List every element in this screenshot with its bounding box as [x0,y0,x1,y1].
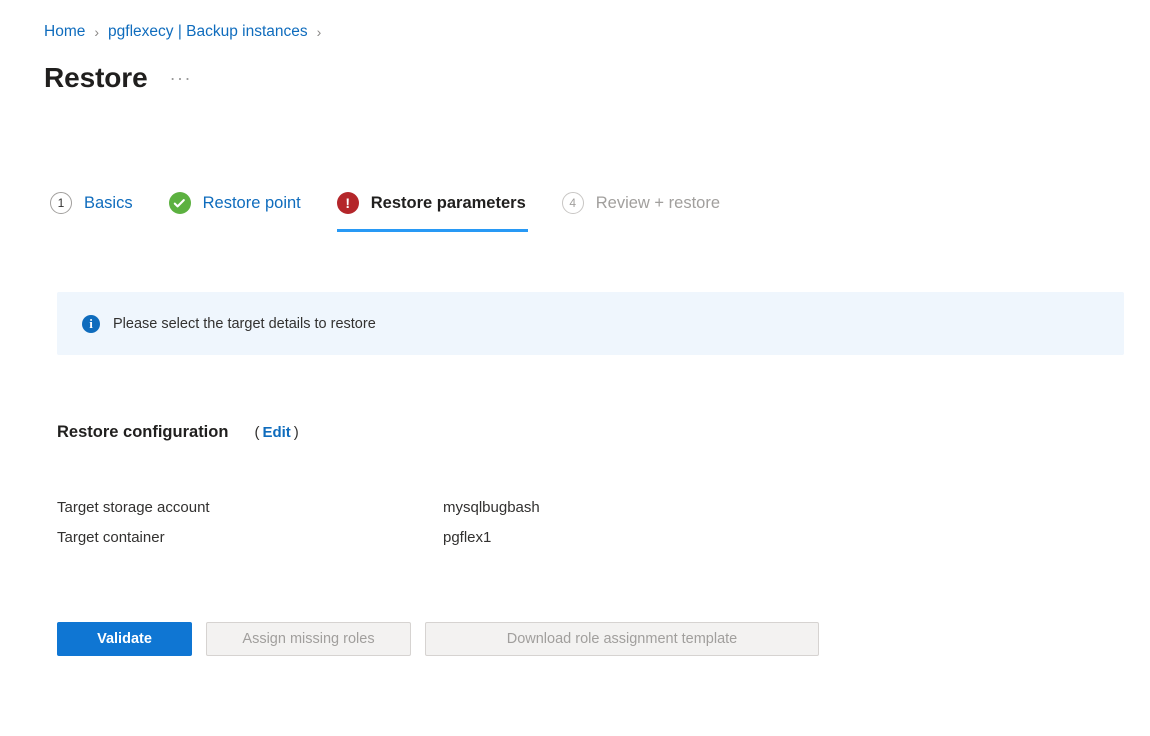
restore-configuration-header: Restore configuration (Edit) [57,423,299,442]
breadcrumb-item-backup-instances[interactable]: pgflexecy | Backup instances [108,22,308,42]
restore-configuration-details: Target storage account mysqlbugbash Targ… [57,492,540,552]
breadcrumb-separator-icon: › [94,24,100,40]
edit-group: (Edit) [254,424,298,441]
assign-missing-roles-button[interactable]: Assign missing roles [206,622,411,656]
validate-button[interactable]: Validate [57,622,192,656]
download-role-assignment-template-button[interactable]: Download role assignment template [425,622,819,656]
step-number-4-icon: 4 [561,192,584,214]
edit-link[interactable]: Edit [259,424,293,441]
wizard-step-review-restore[interactable]: 4 Review + restore [561,188,721,218]
info-banner-message: Please select the target details to rest… [113,315,376,332]
wizard-steps: 1 Basics Restore point ! Restore paramet… [50,188,720,236]
wizard-step-restore-parameters[interactable]: ! Restore parameters [336,188,528,232]
wizard-step-label: Restore point [202,193,301,212]
table-row: Target container pgflex1 [57,522,540,552]
page-title: Restore [44,62,148,93]
error-exclamation-icon: ! [336,192,359,214]
info-icon: i [82,314,100,333]
wizard-step-label: Review + restore [595,193,721,212]
check-circle-icon [168,192,191,214]
info-banner: i Please select the target details to re… [57,292,1124,355]
wizard-step-label: Basics [84,193,133,212]
breadcrumb-separator-icon: › [316,24,322,40]
paren-close: ) [293,424,299,441]
wizard-step-basics[interactable]: 1 Basics [50,188,133,218]
section-title: Restore configuration [57,423,229,441]
detail-label: Target storage account [57,498,210,516]
step-number-1-icon: 1 [50,192,72,214]
action-button-row: Validate Assign missing roles Download r… [57,622,819,656]
detail-value: mysqlbugbash [443,498,540,516]
detail-label: Target container [57,528,165,546]
page-header: Restore ··· [44,62,192,94]
breadcrumb-item-home[interactable]: Home [44,22,85,42]
breadcrumb: Home › pgflexecy | Backup instances › [44,22,330,42]
table-row: Target storage account mysqlbugbash [57,492,540,522]
detail-value: pgflex1 [443,528,492,546]
wizard-step-restore-point[interactable]: Restore point [168,188,301,218]
more-actions-icon[interactable]: ··· [170,68,192,89]
wizard-step-label: Restore parameters [370,193,526,212]
